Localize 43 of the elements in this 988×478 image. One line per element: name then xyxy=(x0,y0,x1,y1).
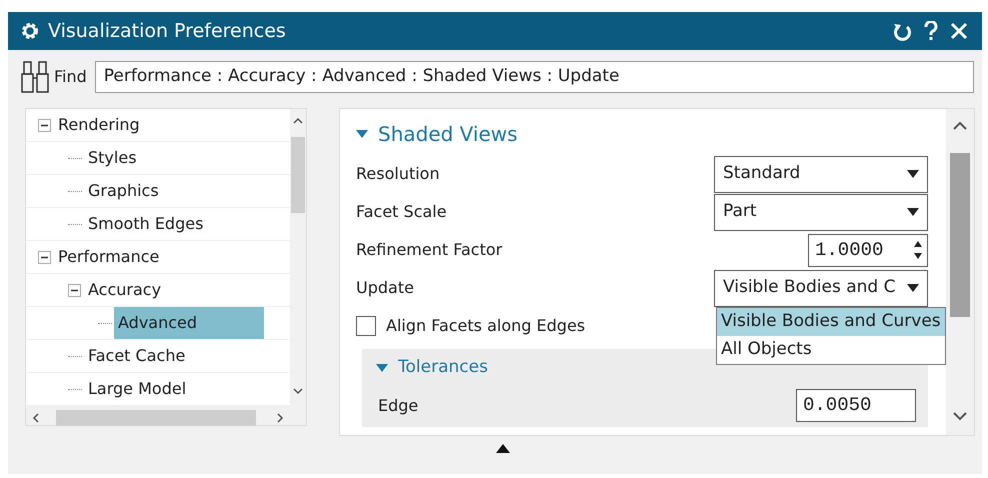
dropdown[interactable]: Part xyxy=(714,194,928,230)
expanded-triangle-icon[interactable] xyxy=(376,362,388,373)
dropdown[interactable]: Standard xyxy=(714,156,928,192)
vertical-scrollbar[interactable] xyxy=(290,109,306,405)
checkbox-label: Align Facets along Edges xyxy=(386,315,586,337)
window-title: Visualization Preferences xyxy=(48,18,287,44)
dropdown-arrow-icon xyxy=(907,170,919,178)
number-field[interactable]: 1.0000 xyxy=(808,234,928,266)
collapse-arrow-icon[interactable] xyxy=(496,444,510,453)
field-label: Refinement Factor xyxy=(356,239,502,261)
tree-item[interactable]: Rendering xyxy=(54,109,144,141)
tree-item[interactable]: Advanced xyxy=(114,307,264,339)
tree-item[interactable]: Large Model xyxy=(84,373,190,405)
expanded-triangle-icon[interactable] xyxy=(356,129,368,139)
tree-item[interactable]: Facet Cache xyxy=(84,340,190,372)
field-label: Update xyxy=(356,277,414,299)
spinner-arrows-icon xyxy=(913,239,923,261)
section-title: Shaded Views xyxy=(378,121,518,148)
gear-icon xyxy=(20,21,40,41)
field-label: Resolution xyxy=(356,163,440,185)
checkbox[interactable] xyxy=(356,316,376,336)
number-field[interactable]: 0.0050 xyxy=(796,389,916,422)
dropdown[interactable]: Visible Bodies and C xyxy=(714,270,928,306)
find-field[interactable]: Performance : Accuracy : Advanced : Shaded Views : Update xyxy=(94,61,974,93)
horizontal-scrollbar[interactable] xyxy=(26,405,306,425)
collapse-box-icon[interactable] xyxy=(68,284,81,296)
tree-item[interactable]: Graphics xyxy=(84,175,163,207)
binoculars-icon xyxy=(20,60,50,94)
collapse-box-icon[interactable] xyxy=(38,118,51,132)
tree-item[interactable]: Smooth Edges xyxy=(84,208,208,240)
dropdown-option[interactable]: Visible Bodies and Curves xyxy=(717,308,945,336)
dropdown-arrow-icon xyxy=(907,284,919,292)
dropdown-arrow-icon xyxy=(907,208,919,216)
subsection-title: Tolerances xyxy=(398,356,488,379)
vertical-scrollbar[interactable] xyxy=(946,109,974,435)
field-label: Edge xyxy=(378,394,418,416)
dropdown-option[interactable]: All Objects xyxy=(717,336,945,364)
tree-item[interactable]: Performance xyxy=(54,241,164,273)
tree-item[interactable]: Styles xyxy=(84,142,141,174)
collapse-box-icon[interactable] xyxy=(38,250,51,264)
field-label: Facet Scale xyxy=(356,201,447,223)
find-label: Find xyxy=(54,66,87,88)
tree-item[interactable]: Accuracy xyxy=(84,274,166,306)
